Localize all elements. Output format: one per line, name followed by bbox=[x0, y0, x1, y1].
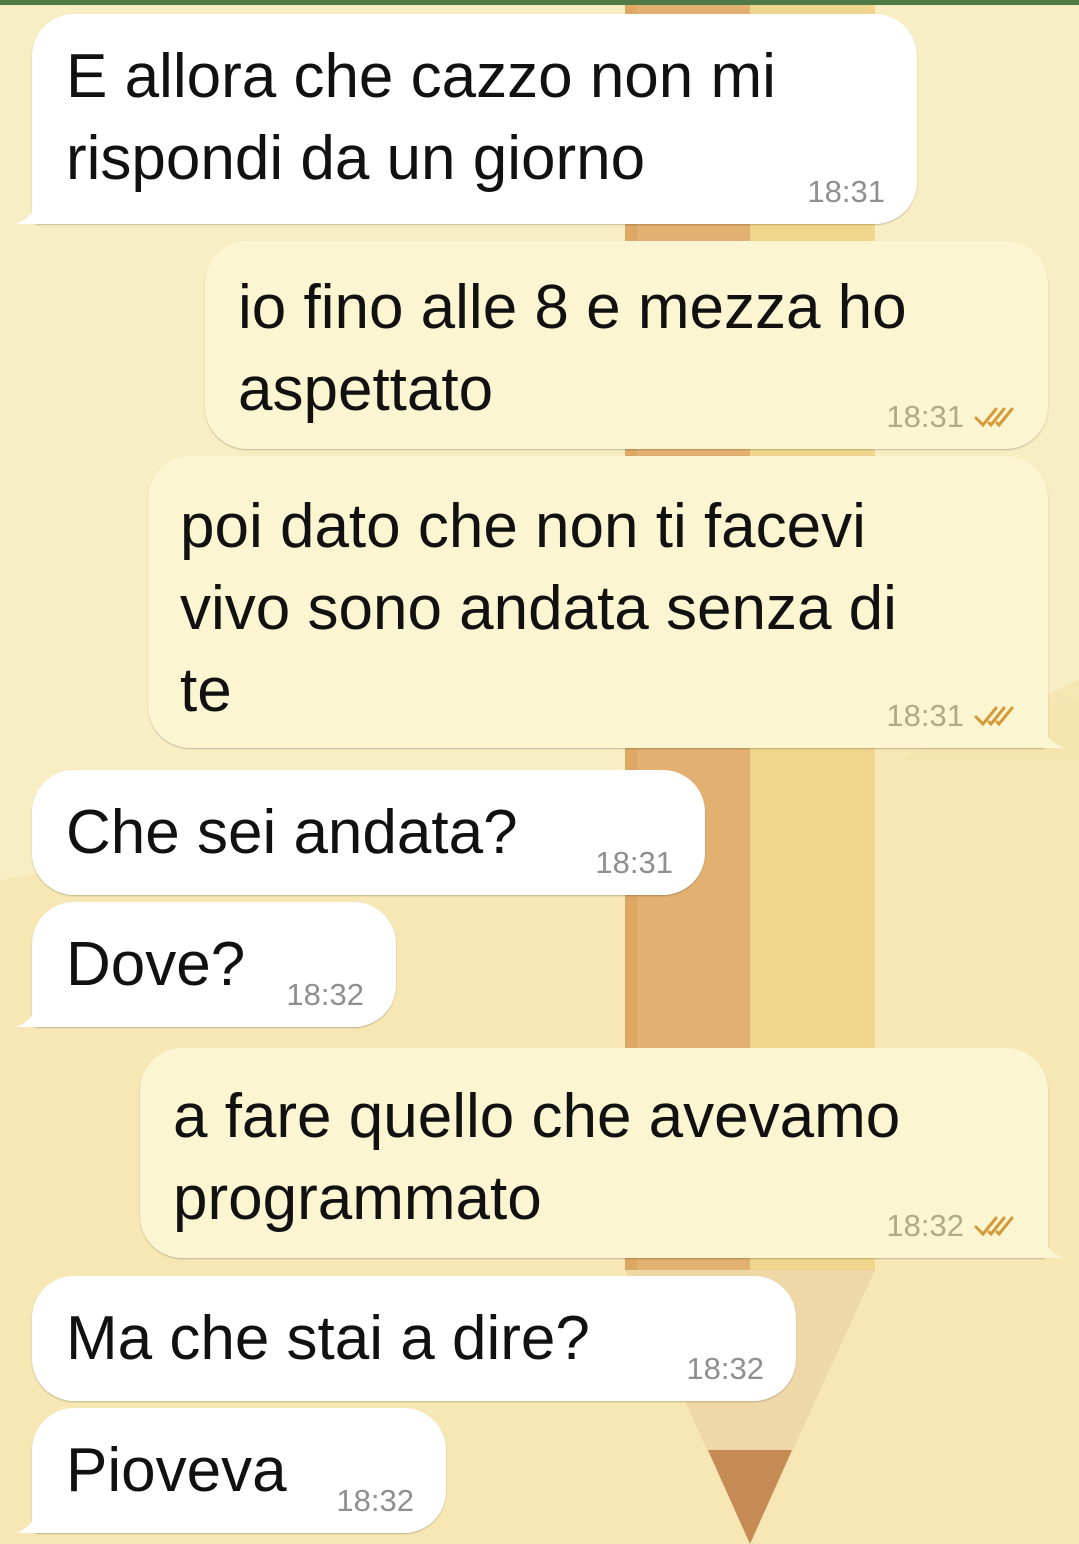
double-check-icon bbox=[974, 1216, 1014, 1237]
message-bubble-outgoing[interactable]: io fino alle 8 e mezza ho aspettato 18:3… bbox=[205, 241, 1048, 449]
message-bubble-incoming[interactable]: Pioveva 18:32 bbox=[16, 1408, 446, 1533]
message-time: 18:31 bbox=[886, 698, 964, 733]
message-text: Che sei andata? bbox=[66, 798, 518, 867]
bubble-tail bbox=[16, 1509, 40, 1533]
message-time: 18:31 bbox=[807, 174, 885, 209]
double-check-icon bbox=[974, 407, 1014, 428]
bubble-tail bbox=[1040, 1234, 1064, 1258]
message-text: a fare quello che avevamo programmato bbox=[173, 1082, 901, 1233]
message-meta: 18:32 bbox=[336, 1483, 414, 1519]
message-meta: 18:32 bbox=[886, 1208, 1016, 1244]
message-time: 18:32 bbox=[886, 1208, 964, 1243]
double-check-icon bbox=[974, 706, 1014, 727]
message-bubble-incoming[interactable]: Ma che stai a dire? 18:32 bbox=[32, 1276, 796, 1401]
bubble-tail bbox=[1040, 724, 1064, 748]
message-time: 18:31 bbox=[595, 845, 673, 880]
message-bubble-incoming[interactable]: Dove? 18:32 bbox=[16, 902, 396, 1027]
message-time: 18:32 bbox=[686, 1351, 764, 1386]
bubble-tail bbox=[16, 200, 40, 224]
message-text: Ma che stai a dire? bbox=[66, 1304, 590, 1373]
message-bubble-outgoing[interactable]: a fare quello che avevamo programmato 18… bbox=[140, 1048, 1064, 1258]
message-text: Dove? bbox=[66, 930, 246, 999]
message-time: 18:32 bbox=[336, 1483, 414, 1518]
message-text: poi dato che non ti facevi vivo sono and… bbox=[180, 492, 897, 725]
status-strip bbox=[0, 0, 1079, 5]
message-time: 18:32 bbox=[286, 977, 364, 1012]
message-text: Pioveva bbox=[66, 1436, 287, 1505]
message-text: io fino alle 8 e mezza ho aspettato bbox=[238, 273, 907, 424]
message-meta: 18:32 bbox=[686, 1351, 764, 1387]
message-meta: 18:31 bbox=[807, 174, 885, 210]
message-bubble-incoming[interactable]: E allora che cazzo non mi rispondi da un… bbox=[16, 14, 917, 224]
message-bubble-outgoing[interactable]: poi dato che non ti facevi vivo sono and… bbox=[148, 456, 1064, 748]
message-meta: 18:31 bbox=[595, 845, 673, 881]
message-meta: 18:31 bbox=[886, 399, 1016, 435]
message-text: E allora che cazzo non mi rispondi da un… bbox=[66, 42, 776, 193]
message-meta: 18:32 bbox=[286, 977, 364, 1013]
message-bubble-incoming[interactable]: Che sei andata? 18:31 bbox=[32, 770, 705, 895]
message-time: 18:31 bbox=[886, 399, 964, 434]
bubble-tail bbox=[16, 1003, 40, 1027]
message-meta: 18:31 bbox=[886, 698, 1016, 734]
